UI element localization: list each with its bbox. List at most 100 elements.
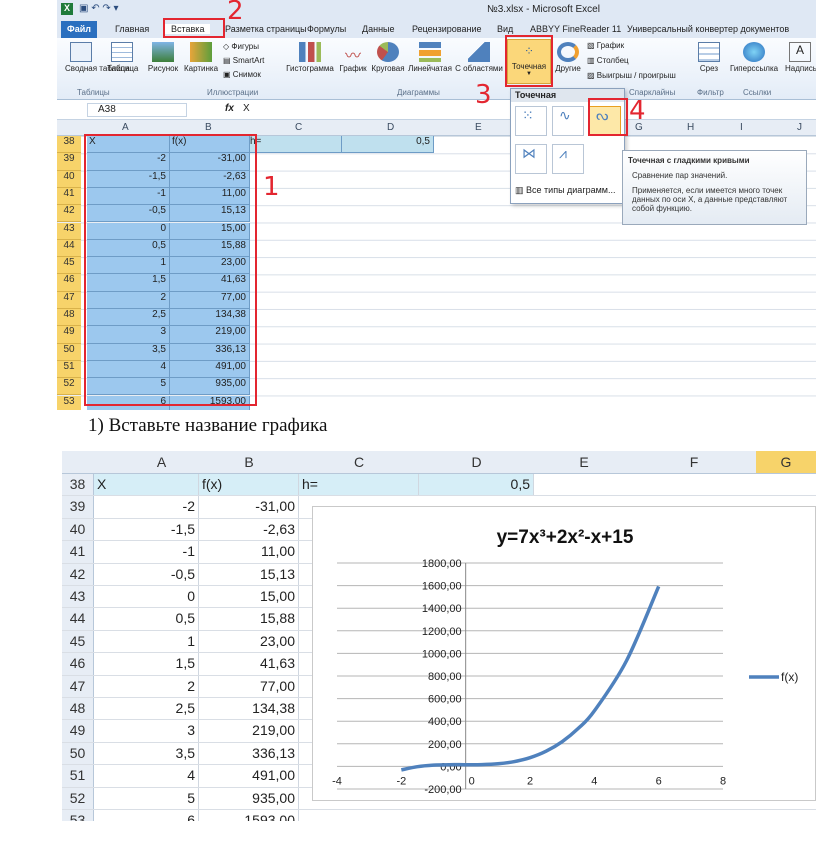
cell-fx[interactable]: -2,63 [199,518,299,541]
tab-data[interactable]: Данные [362,24,395,34]
table-button[interactable]: Таблица [107,42,138,73]
row-header[interactable]: 51 [57,360,81,379]
cell-x[interactable]: 1,5 [94,653,199,675]
cell-x[interactable]: 1 [94,630,199,653]
smartart-button[interactable]: ▤ SmartArt [223,56,264,65]
scatter-straight-markers-option[interactable]: ⋈ [515,144,547,174]
row-header[interactable]: 42 [57,205,81,223]
cell-h-value[interactable]: 0,5 [419,474,534,496]
cell-fx[interactable]: 219,00 [199,720,299,742]
row-header[interactable]: 48 [57,309,81,327]
col-header-g[interactable]: G [756,451,816,473]
hyperlink-button[interactable]: Гиперссылка [729,42,779,73]
col-header-b[interactable]: B [199,454,299,470]
shapes-button[interactable]: ◇ Фигуры [223,42,259,51]
row-header[interactable]: 41 [62,541,94,563]
cell-x[interactable]: -2 [94,496,199,518]
tab-converter[interactable]: Универсальный конвертер документов [627,24,789,34]
cell-x-header[interactable]: X [94,474,199,496]
picture-button[interactable]: Рисунок [147,42,179,73]
scatter-smooth-markers-option[interactable]: ∿ [552,106,584,136]
tab-home[interactable]: Главная [115,24,149,34]
cell-fx[interactable]: 77,00 [199,675,299,697]
slicer-button[interactable]: Срез [695,42,723,73]
cell-h-value[interactable]: 0,5 [342,136,434,154]
cell-x[interactable]: -0,5 [94,563,199,585]
formula-input[interactable]: X [243,103,250,114]
cell-x[interactable]: 3 [94,720,199,742]
col-header-h[interactable]: H [687,122,694,133]
quick-access-icon[interactable]: ▣ ↶ ↷ ▾ [79,3,119,14]
row-header[interactable]: 38 [57,136,81,154]
col-header-c[interactable]: C [295,122,302,133]
chart-area[interactable]: -200,00 0,00 200,00 400,00 600,00 800,00 1000,… [312,506,816,801]
cell-fx[interactable]: 41,63 [199,653,299,675]
cell-x[interactable]: 4 [94,765,199,787]
row-header[interactable]: 53 [57,395,81,410]
cell-x[interactable]: 0,5 [94,608,199,630]
row-header[interactable]: 49 [57,326,81,344]
col-header-d[interactable]: D [387,122,394,133]
cell-h-label[interactable]: h= [299,474,419,496]
row-header[interactable]: 51 [62,765,94,787]
cell-fx[interactable]: 134,38 [199,698,299,720]
cell-x[interactable]: 6 [94,810,199,821]
row-header[interactable]: 47 [57,291,81,309]
cell-fx[interactable]: 23,00 [199,630,299,653]
cell-fx[interactable]: 491,00 [199,765,299,787]
col-header-a[interactable]: A [122,122,129,133]
sparkline-line-button[interactable]: ▧ График [587,41,624,50]
row-header[interactable]: 41 [57,187,81,206]
scatter-straight-option[interactable]: ⩘ [552,144,584,174]
all-chart-types-link[interactable]: ▥ Все типы диаграмм... [515,185,616,196]
tab-abbyy[interactable]: ABBYY FineReader 11 [530,24,621,34]
pivot-table-button[interactable]: Сводная таблица [65,42,130,73]
cell-x[interactable]: 2,5 [94,698,199,720]
cell-x[interactable]: 3,5 [94,742,199,765]
scatter-markers-option[interactable]: ⁙ [515,106,547,136]
row-header[interactable]: 52 [57,378,81,396]
cell-fx[interactable]: 935,00 [199,787,299,809]
row-header[interactable]: 45 [57,257,81,275]
col-header-f[interactable]: F [634,454,754,470]
fx-icon[interactable]: fx [225,103,234,114]
other-charts-button[interactable]: Другие [553,42,583,73]
name-box[interactable]: A38 [87,103,187,117]
row-header[interactable]: 49 [62,720,94,742]
col-header-d[interactable]: D [419,454,534,470]
cell-x[interactable]: 0 [94,586,199,608]
row-header[interactable]: 46 [57,274,81,292]
column-chart-button[interactable]: Гистограмма [285,42,335,73]
row-header[interactable]: 50 [57,343,81,361]
row-header[interactable]: 39 [62,496,94,518]
bar-chart-button[interactable]: Линейчатая [407,42,453,73]
row-header[interactable]: 44 [62,608,94,630]
cell-fx[interactable]: 15,88 [199,608,299,630]
line-chart-button[interactable]: 〰 График [337,42,369,73]
row-header[interactable]: 39 [57,153,81,171]
textbox-button[interactable]: A Надпись [785,42,816,73]
sparkline-winloss-button[interactable]: ▨ Выигрыш / проигрыш [587,71,676,80]
cell-fx[interactable]: 15,13 [199,563,299,585]
area-chart-button[interactable]: С областями [455,42,503,73]
cell-fx[interactable]: 336,13 [199,742,299,765]
col-header-i[interactable]: I [740,122,743,133]
row-header[interactable]: 48 [62,698,94,720]
cell-x[interactable]: -1 [94,541,199,563]
row-header[interactable]: 52 [62,787,94,809]
cell-fx[interactable]: -31,00 [199,496,299,518]
row-header[interactable]: 44 [57,239,81,258]
row-header[interactable]: 47 [62,675,94,697]
cell-x[interactable]: -1,5 [94,518,199,541]
sparkline-column-button[interactable]: ▥ Столбец [587,56,629,65]
cell-h-label[interactable]: h= [250,136,342,154]
excel-icon[interactable]: X [61,3,73,15]
row-header[interactable]: 43 [62,586,94,608]
tab-formulas[interactable]: Формулы [307,24,346,34]
clipart-button[interactable]: Картинка [183,42,219,73]
cell-fx[interactable]: 11,00 [199,541,299,563]
col-header-j[interactable]: J [797,122,802,133]
cell-fx-header[interactable]: f(x) [199,474,299,496]
row-header[interactable]: 50 [62,742,94,765]
tab-view[interactable]: Вид [497,24,513,34]
